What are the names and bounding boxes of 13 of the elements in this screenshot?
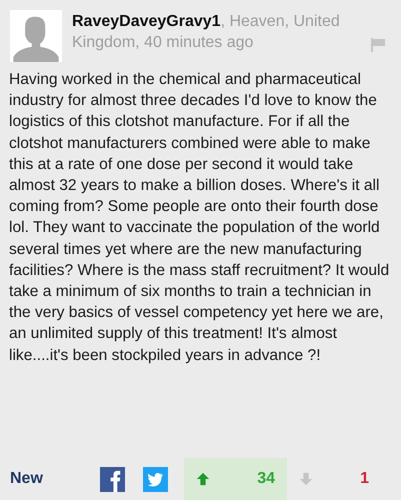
vote-button[interactable]: 1 <box>287 458 401 500</box>
flag-icon[interactable] <box>371 38 385 52</box>
vote-button[interactable]: 34 <box>184 458 287 500</box>
vote-count: 1 <box>360 470 369 488</box>
down-arrow-icon <box>299 472 313 486</box>
vote-count: 34 <box>257 470 275 488</box>
up-arrow-icon <box>196 472 210 486</box>
facebook-icon[interactable] <box>100 466 125 492</box>
sort-label[interactable]: New <box>0 470 100 488</box>
comment-text: Having worked in the chemical and pharmaceutical industry for almost three decades I'd love to know the logistics of this clotshot manufacture. For if all the clotshot manufacturers combined were able to make this at a rate of one dose per second it would take almost 32 years to make a billion doses. Where's it all coming from? Some people are onto their fourth dose lol. They want to vaccinate the population of the world several times yet where are the new manufacturing facilities? Where is the mass staff recruitment? It would take a minimum of six months to train a technician in the very basics of vessel competency yet here we are, an unlimited supply of this treatment! It's almost like....it's been stockpiled years in advance ?! <box>8 70 390 366</box>
comment-author-meta: RaveyDaveyGravy1, Heaven, United Kingdom, 40 minutes ago <box>72 12 341 53</box>
twitter-icon[interactable] <box>143 466 168 492</box>
avatar-icon <box>10 10 62 62</box>
